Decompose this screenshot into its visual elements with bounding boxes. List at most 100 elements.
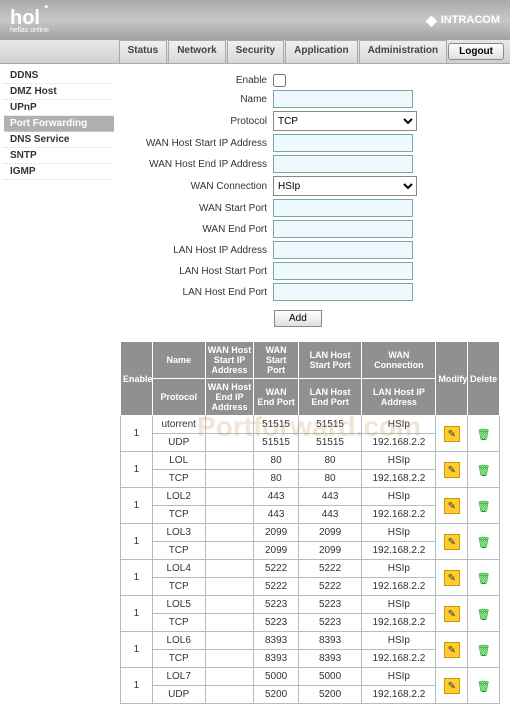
lan-end-port-input[interactable] [273,283,413,301]
cell-lan-start-port: 5222 [298,560,362,578]
logout-button[interactable]: Logout [448,43,504,60]
cell-wan-end-port: 443 [254,506,298,524]
wan-host-start-input[interactable] [273,134,413,152]
edit-icon[interactable] [444,498,460,514]
delete-icon[interactable] [476,534,492,550]
cell-name: LOL4 [152,560,205,578]
name-input[interactable] [273,90,413,108]
cell-wan-start-port: 443 [254,488,298,506]
name-label: Name [118,94,273,105]
sidebar-item-dns-service[interactable]: DNS Service [4,132,114,148]
cell-wan-end-port: 8393 [254,650,298,668]
cell-name: LOL2 [152,488,205,506]
wan-start-port-label: WAN Start Port [118,203,273,214]
cell-lan-host-ip: 192.168.2.2 [362,578,436,596]
th-modify: Modify [436,342,468,416]
cell-wan-host-end [205,542,254,560]
delete-icon[interactable] [476,642,492,658]
cell-wan-host-end [205,434,254,452]
th-enable: Enable [121,342,153,416]
edit-icon[interactable] [444,678,460,694]
cell-enable: 1 [121,416,153,452]
cell-lan-start-port: 51515 [298,416,362,434]
protocol-label: Protocol [118,116,273,127]
cell-lan-end-port: 8393 [298,650,362,668]
wan-host-end-input[interactable] [273,155,413,173]
edit-icon[interactable] [444,426,460,442]
wan-end-port-input[interactable] [273,220,413,238]
sidebar-item-sntp[interactable]: SNTP [4,148,114,164]
edit-icon[interactable] [444,462,460,478]
cell-wan-host-start [205,668,254,686]
nav-tab-security[interactable]: Security [227,40,284,63]
cell-lan-start-port: 2099 [298,524,362,542]
table-row: 1LOL552235223HSIp [121,596,500,614]
delete-icon[interactable] [476,678,492,694]
delete-icon[interactable] [476,498,492,514]
brand-label: ◆ INTRACOM [426,12,500,29]
cell-wan-conn: HSIp [362,632,436,650]
cell-protocol: TCP [152,650,205,668]
cell-wan-end-port: 5200 [254,686,298,704]
table-row: 1LOL750005000HSIp [121,668,500,686]
brand-icon: ◆ [426,12,437,29]
cell-lan-start-port: 8393 [298,632,362,650]
delete-icon[interactable] [476,606,492,622]
lan-host-ip-label: LAN Host IP Address [118,245,273,256]
cell-name: LOL6 [152,632,205,650]
cell-wan-host-start [205,560,254,578]
wan-conn-select[interactable]: HSIp [273,176,417,196]
cell-name: LOL7 [152,668,205,686]
sidebar-item-dmz-host[interactable]: DMZ Host [4,84,114,100]
sidebar-item-igmp[interactable]: IGMP [4,164,114,180]
th-delete: Delete [468,342,500,416]
lan-end-port-label: LAN Host End Port [118,287,273,298]
cell-lan-host-ip: 192.168.2.2 [362,506,436,524]
cell-enable: 1 [121,596,153,632]
cell-enable: 1 [121,668,153,704]
cell-lan-start-port: 443 [298,488,362,506]
edit-icon[interactable] [444,534,460,550]
cell-wan-start-port: 51515 [254,416,298,434]
th-wan-host-end: WAN Host End IP Address [205,379,254,416]
edit-icon[interactable] [444,642,460,658]
cell-lan-host-ip: 192.168.2.2 [362,686,436,704]
cell-protocol: TCP [152,542,205,560]
cell-wan-conn: HSIp [362,488,436,506]
delete-icon[interactable] [476,426,492,442]
cell-enable: 1 [121,452,153,488]
cell-name: LOL3 [152,524,205,542]
cell-protocol: TCP [152,578,205,596]
cell-name: LOL5 [152,596,205,614]
add-button[interactable]: Add [274,310,322,327]
th-wan-end-port: WAN End Port [254,379,298,416]
th-lan-host-ip: LAN Host IP Address [362,379,436,416]
enable-checkbox[interactable] [273,74,286,87]
th-wan-conn: WAN Connection [362,342,436,379]
protocol-select[interactable]: TCP [273,111,417,131]
logo: hol [10,7,40,29]
wan-host-end-label: WAN Host End IP Address [118,159,273,170]
cell-wan-conn: HSIp [362,452,436,470]
table-row: 1LOL452225222HSIp [121,560,500,578]
sidebar-item-ddns[interactable]: DDNS [4,68,114,84]
cell-lan-start-port: 5223 [298,596,362,614]
sidebar-item-upnp[interactable]: UPnP [4,100,114,116]
nav-tab-status[interactable]: Status [119,40,168,63]
edit-icon[interactable] [444,606,460,622]
nav-tab-application[interactable]: Application [285,40,357,63]
edit-icon[interactable] [444,570,460,586]
th-protocol: Protocol [152,379,205,416]
delete-icon[interactable] [476,462,492,478]
cell-lan-host-ip: 192.168.2.2 [362,614,436,632]
table-row: 1LOL8080HSIp [121,452,500,470]
cell-protocol: TCP [152,506,205,524]
wan-start-port-input[interactable] [273,199,413,217]
delete-icon[interactable] [476,570,492,586]
nav-tab-network[interactable]: Network [168,40,225,63]
sidebar-item-port-forwarding[interactable]: Port Forwarding [4,116,114,132]
lan-start-port-input[interactable] [273,262,413,280]
cell-wan-conn: HSIp [362,524,436,542]
lan-host-ip-input[interactable] [273,241,413,259]
nav-tab-administration[interactable]: Administration [359,40,448,63]
